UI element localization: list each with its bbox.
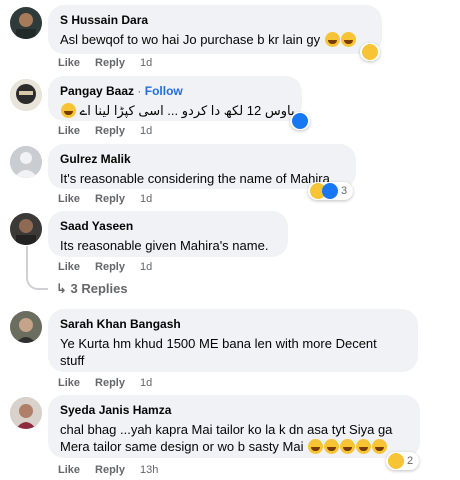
timestamp[interactable]: 1d <box>140 57 152 69</box>
avatar[interactable] <box>10 311 42 343</box>
comment-bubble: Sarah Khan Bangash Ye Kurta hm khud 1500… <box>48 309 418 372</box>
haha-reaction-icon <box>388 453 404 469</box>
comment-text-content: باوس 12 لکھ دا کردو ... اسی کپڑا لینا اے <box>79 103 295 118</box>
reaction-count: 3 <box>341 185 348 197</box>
comment-bubble: Gulrez Malik It's reasonable considering… <box>48 144 356 189</box>
comment-text: chal bhag ...yah kapra Mai tailor ko la … <box>60 421 408 455</box>
commenter-name[interactable]: Sarah Khan Bangash <box>60 316 406 332</box>
comment-text: Asl bewqof to wo hai Jo purchase b kr la… <box>60 31 370 48</box>
comment-actions: Like Reply 1d <box>58 193 167 205</box>
rofl-emoji-icon <box>356 439 372 454</box>
comment-text: Its reasonable given Mahira's name. <box>60 238 269 253</box>
comment-text: Ye Kurta hm khud 1500 ME bana len with m… <box>60 335 406 369</box>
reply-button[interactable]: Reply <box>95 261 125 273</box>
timestamp[interactable]: 1d <box>140 125 152 137</box>
comment-bubble: Pangay Baaz · Follow باوس 12 لکھ دا کردو… <box>48 76 302 121</box>
thread-line <box>26 246 28 271</box>
reply-button[interactable]: Reply <box>95 125 125 137</box>
comment-actions: Like Reply 1d <box>58 261 167 273</box>
comment-bubble: S Hussain Dara Asl bewqof to wo hai Jo p… <box>48 5 382 54</box>
like-reaction-icon <box>292 113 308 129</box>
comment-bubble: Syeda Janis Hamza chal bhag ...yah kapra… <box>48 395 420 458</box>
reply-button[interactable]: Reply <box>95 377 125 389</box>
reply-button[interactable]: Reply <box>95 57 125 69</box>
replies-label: 3 Replies <box>70 281 128 296</box>
laughing-emoji-icon <box>324 32 340 47</box>
reaction-summary[interactable] <box>360 43 380 61</box>
reaction-summary[interactable] <box>290 112 310 130</box>
commenter-name[interactable]: Gulrez Malik <box>60 151 344 167</box>
comment-actions: Like Reply 1d <box>58 57 167 69</box>
avatar[interactable] <box>10 7 42 39</box>
comment-text-content: Asl bewqof to wo hai Jo purchase b kr la… <box>60 32 321 47</box>
avatar[interactable] <box>10 213 42 245</box>
like-button[interactable]: Like <box>58 193 80 205</box>
avatar[interactable] <box>10 79 42 111</box>
timestamp[interactable]: 1d <box>140 261 152 273</box>
reply-arrow-icon: ↳ <box>56 281 71 296</box>
commenter-name[interactable]: Pangay Baaz <box>60 84 134 98</box>
name-row: Pangay Baaz · Follow <box>60 83 290 99</box>
reaction-count: 2 <box>407 455 414 467</box>
comment-text-line: stuff <box>60 353 85 368</box>
comment-text-content: Mera tailor same design or wo b sasty Ma… <box>60 439 304 454</box>
laughing-emoji-icon <box>340 32 356 47</box>
avatar[interactable] <box>10 397 42 429</box>
timestamp[interactable]: 1d <box>140 193 152 205</box>
comment-text: باوس 12 لکھ دا کردو ... اسی کپڑا لینا اے <box>60 102 295 119</box>
rofl-emoji-icon <box>340 439 356 454</box>
avatar[interactable] <box>10 146 42 178</box>
thread-connector <box>26 270 48 290</box>
like-button[interactable]: Like <box>58 57 80 69</box>
reaction-summary[interactable]: 3 <box>308 182 354 200</box>
comment-bubble: Saad Yaseen Its reasonable given Mahira'… <box>48 211 288 257</box>
comment-actions: Like Reply 1d <box>58 377 167 389</box>
reaction-summary[interactable]: 2 <box>386 452 420 470</box>
follow-button[interactable]: Follow <box>145 84 183 98</box>
timestamp[interactable]: 13h <box>140 464 158 476</box>
reply-button[interactable]: Reply <box>95 193 125 205</box>
grinning-emoji-icon <box>61 103 76 118</box>
view-replies-link[interactable]: ↳ 3 Replies <box>56 281 128 297</box>
like-reaction-icon <box>322 183 338 199</box>
like-button[interactable]: Like <box>58 377 80 389</box>
reply-button[interactable]: Reply <box>95 464 125 476</box>
comment-text-line: Mera tailor same design or wo b sasty Ma… <box>60 438 408 455</box>
commenter-name[interactable]: Syeda Janis Hamza <box>60 402 408 418</box>
rofl-emoji-icon <box>308 439 324 454</box>
commenter-name[interactable]: S Hussain Dara <box>60 12 370 28</box>
rofl-emoji-icon <box>324 439 340 454</box>
haha-reaction-icon <box>362 44 378 60</box>
timestamp[interactable]: 1d <box>140 377 152 389</box>
commenter-name[interactable]: Saad Yaseen <box>60 218 276 234</box>
rofl-emoji-icon <box>372 439 388 454</box>
like-button[interactable]: Like <box>58 464 80 476</box>
comment-text-line: Ye Kurta hm khud 1500 ME bana len with m… <box>60 336 377 351</box>
like-button[interactable]: Like <box>58 125 80 137</box>
comment-actions: Like Reply 13h <box>58 464 173 476</box>
like-button[interactable]: Like <box>58 261 80 273</box>
separator-dot: · <box>137 84 142 98</box>
comment-text-line: chal bhag ...yah kapra Mai tailor ko la … <box>60 422 393 437</box>
comment-text: It's reasonable considering the name of … <box>60 171 330 186</box>
comment-actions: Like Reply 1d <box>58 125 167 137</box>
